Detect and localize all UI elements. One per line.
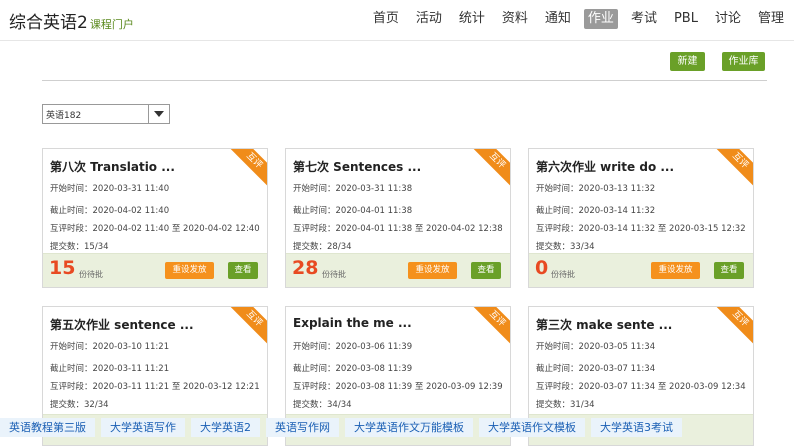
start-time: 2020-03-13 11:32 — [578, 184, 656, 194]
card-footer: 0 份待批 重设发放 查看 — [529, 253, 753, 287]
dropdown-arrow-icon[interactable] — [148, 105, 169, 123]
deadline-time: 2020-04-01 11:38 — [335, 206, 413, 216]
peer-review-ribbon: 互评 — [710, 149, 753, 191]
nav-item-notices[interactable]: 通知 — [541, 9, 575, 29]
peer-review-end: 2020-03-09 12:39 — [426, 382, 503, 392]
assignment-title[interactable]: 第八次 Translatio ... — [50, 158, 175, 175]
course-title[interactable]: 综合英语2 课程门户 — [9, 8, 134, 33]
assignment-card: 互评 第八次 Translatio ... 开始时间：2020-03-31 11… — [42, 148, 268, 288]
related-links-bar: 英语教程第三版 大学英语写作 大学英语2 英语写作网 大学英语作文万能模板 大学… — [0, 416, 794, 438]
start-time: 2020-03-10 11:21 — [92, 342, 170, 352]
class-select[interactable]: 英语182 — [42, 104, 170, 124]
pending-label: 份待批 — [322, 270, 346, 279]
submission-count: 33/34 — [570, 242, 595, 252]
nav-item-pbl[interactable]: PBL — [670, 9, 702, 29]
peer-review-ribbon: 互评 — [710, 307, 753, 349]
card-footer: 15 份待批 重设发放 查看 — [43, 253, 267, 287]
related-link[interactable]: 大学英语作文万能模板 — [345, 417, 473, 437]
course-title-text: 综合英语2 — [9, 13, 88, 33]
assignment-title[interactable]: 第三次 make sente ... — [536, 316, 672, 333]
nav-item-home[interactable]: 首页 — [369, 9, 403, 29]
submission-count: 34/34 — [327, 400, 352, 410]
view-button[interactable]: 查看 — [471, 262, 501, 279]
related-link[interactable]: 英语写作网 — [266, 417, 339, 437]
assignment-library-button[interactable]: 作业库 — [722, 52, 765, 71]
nav-item-activities[interactable]: 活动 — [412, 9, 446, 29]
main-nav: 首页 活动 统计 资料 通知 作业 考试 PBL 讨论 管理 — [360, 9, 788, 29]
view-button[interactable]: 查看 — [714, 262, 744, 279]
reset-distribution-button[interactable]: 重设发放 — [651, 262, 700, 279]
related-link[interactable]: 大学英语写作 — [101, 417, 185, 437]
view-button[interactable]: 查看 — [228, 262, 258, 279]
pending-count: 0 — [535, 257, 549, 279]
deadline-time: 2020-03-08 11:39 — [335, 364, 413, 374]
reset-distribution-button[interactable]: 重设发放 — [165, 262, 214, 279]
peer-review-start: 2020-03-11 11:21 — [92, 382, 170, 392]
submission-count: 28/34 — [327, 242, 352, 252]
peer-review-end: 2020-03-09 12:34 — [669, 382, 746, 392]
deadline-time: 2020-03-07 11:34 — [578, 364, 656, 374]
start-time: 2020-03-31 11:40 — [92, 184, 170, 194]
assignment-title[interactable]: 第六次作业 write do ... — [536, 158, 674, 175]
peer-review-end: 2020-03-12 12:21 — [183, 382, 260, 392]
peer-review-end: 2020-04-02 12:38 — [426, 224, 503, 234]
nav-item-homework[interactable]: 作业 — [583, 9, 618, 29]
assignment-title[interactable]: 第五次作业 sentence ... — [50, 316, 194, 333]
page-header: 综合英语2 课程门户 首页 活动 统计 资料 通知 作业 考试 PBL 讨论 管理 — [0, 0, 794, 41]
assignment-card: 互评 第六次作业 write do ... 开始时间：2020-03-13 11… — [528, 148, 754, 288]
submission-count: 32/34 — [84, 400, 109, 410]
related-link[interactable]: 英语教程第三版 — [0, 417, 95, 437]
nav-item-resources[interactable]: 资料 — [498, 9, 532, 29]
assignment-card: 互评 第七次 Sentences ... 开始时间：2020-03-31 11:… — [285, 148, 511, 288]
related-link[interactable]: 大学英语作文模板 — [479, 417, 585, 437]
peer-review-ribbon: 互评 — [467, 149, 510, 191]
reset-distribution-button[interactable]: 重设发放 — [408, 262, 457, 279]
peer-review-start: 2020-04-02 11:40 — [92, 224, 170, 234]
card-footer: 28 份待批 重设发放 查看 — [286, 253, 510, 287]
peer-review-start: 2020-03-08 11:39 — [335, 382, 413, 392]
start-time: 2020-03-06 11:39 — [335, 342, 413, 352]
related-link[interactable]: 大学英语2 — [191, 417, 260, 437]
deadline-time: 2020-03-14 11:32 — [578, 206, 656, 216]
peer-review-start: 2020-03-14 11:32 — [578, 224, 656, 234]
peer-review-ribbon: 互评 — [467, 307, 510, 349]
peer-review-end: 2020-04-02 12:40 — [183, 224, 260, 234]
course-portal-link[interactable]: 课程门户 — [90, 18, 134, 31]
pending-label: 份待批 — [551, 270, 575, 279]
pending-count: 28 — [292, 257, 319, 279]
start-time: 2020-03-31 11:38 — [335, 184, 413, 194]
deadline-time: 2020-03-11 11:21 — [92, 364, 170, 374]
peer-review-start: 2020-03-07 11:34 — [578, 382, 656, 392]
nav-item-statistics[interactable]: 统计 — [455, 9, 489, 29]
deadline-time: 2020-04-02 11:40 — [92, 206, 170, 216]
nav-item-exams[interactable]: 考试 — [627, 9, 661, 29]
nav-item-discussion[interactable]: 讨论 — [711, 9, 745, 29]
submission-count: 15/34 — [84, 242, 109, 252]
submission-count: 31/34 — [570, 400, 595, 410]
peer-review-ribbon: 互评 — [224, 307, 267, 349]
class-select-value: 英语182 — [46, 111, 82, 121]
new-assignment-button[interactable]: 新建 — [670, 52, 705, 71]
assignment-title[interactable]: Explain the me ... — [293, 316, 412, 330]
start-time: 2020-03-05 11:34 — [578, 342, 656, 352]
related-link[interactable]: 大学英语3考试 — [591, 417, 682, 437]
divider — [42, 80, 767, 81]
pending-count: 15 — [49, 257, 76, 279]
nav-item-manage[interactable]: 管理 — [754, 9, 788, 29]
peer-review-ribbon: 互评 — [224, 149, 267, 191]
peer-review-start: 2020-04-01 11:38 — [335, 224, 413, 234]
peer-review-end: 2020-03-15 12:32 — [669, 224, 746, 234]
assignment-title[interactable]: 第七次 Sentences ... — [293, 158, 421, 175]
pending-label: 份待批 — [79, 270, 103, 279]
